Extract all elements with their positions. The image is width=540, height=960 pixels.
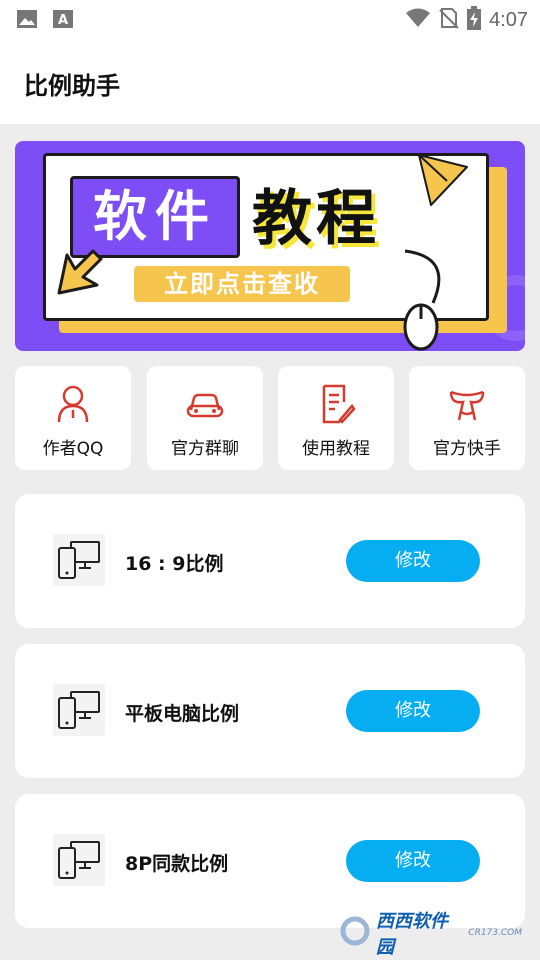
ratio-label: 16 : 9比例 bbox=[125, 553, 224, 575]
person-icon bbox=[53, 384, 93, 424]
status-bar: A 4:07 bbox=[0, 0, 540, 38]
devices-icon bbox=[53, 684, 105, 736]
wifi-icon bbox=[405, 7, 431, 33]
quick-label: 使用教程 bbox=[302, 439, 370, 459]
ratio-card-tablet: 平板电脑比例 修改 bbox=[15, 644, 525, 778]
watermark-logo-icon bbox=[340, 916, 370, 950]
quick-tutorial[interactable]: 使用教程 bbox=[278, 366, 394, 470]
modify-button[interactable]: 修改 bbox=[346, 690, 480, 732]
no-sim-icon bbox=[439, 7, 459, 33]
a-notification-icon: A bbox=[52, 8, 74, 34]
quick-kuaishou[interactable]: 官方快手 bbox=[409, 366, 525, 470]
car-icon bbox=[185, 384, 225, 424]
battery-charging-icon bbox=[467, 6, 482, 34]
ratio-card-16-9: 16 : 9比例 修改 bbox=[15, 494, 525, 628]
kuaishou-icon bbox=[447, 384, 487, 424]
watermark-main: 西西软件园 bbox=[376, 911, 448, 958]
paper-plane-icon bbox=[411, 145, 475, 219]
quick-official-group[interactable]: 官方群聊 bbox=[147, 366, 263, 470]
image-icon bbox=[16, 8, 38, 34]
tutorial-banner[interactable]: 软件 教程 立即点击查收 bbox=[15, 141, 525, 351]
quick-label: 作者QQ bbox=[42, 439, 104, 459]
quick-label: 官方快手 bbox=[433, 439, 501, 459]
ratio-label: 8P同款比例 bbox=[125, 853, 229, 875]
ratio-label: 平板电脑比例 bbox=[125, 703, 240, 725]
app-bar: 比例助手 bbox=[0, 38, 540, 124]
modify-button[interactable]: 修改 bbox=[346, 840, 480, 882]
quick-actions: 作者QQ 官方群聊 使用教程 官方快手 bbox=[15, 366, 525, 470]
watermark: 西西软件园 CR173.COM bbox=[340, 911, 522, 958]
status-time: 4:07 bbox=[489, 8, 528, 31]
document-edit-icon bbox=[316, 384, 356, 424]
banner-title: 教程 bbox=[252, 184, 380, 254]
page-title: 比例助手 bbox=[24, 72, 120, 100]
watermark-sub: CR173.COM bbox=[468, 928, 522, 938]
quick-author-qq[interactable]: 作者QQ bbox=[15, 366, 131, 470]
devices-icon bbox=[53, 834, 105, 886]
devices-icon bbox=[53, 534, 105, 586]
cursor-arrow-icon bbox=[53, 245, 109, 301]
quick-label: 官方群聊 bbox=[171, 439, 239, 459]
svg-text:A: A bbox=[58, 13, 68, 28]
modify-button[interactable]: 修改 bbox=[346, 540, 480, 582]
banner-cta: 立即点击查收 bbox=[134, 266, 350, 302]
computer-mouse-icon bbox=[393, 247, 463, 351]
